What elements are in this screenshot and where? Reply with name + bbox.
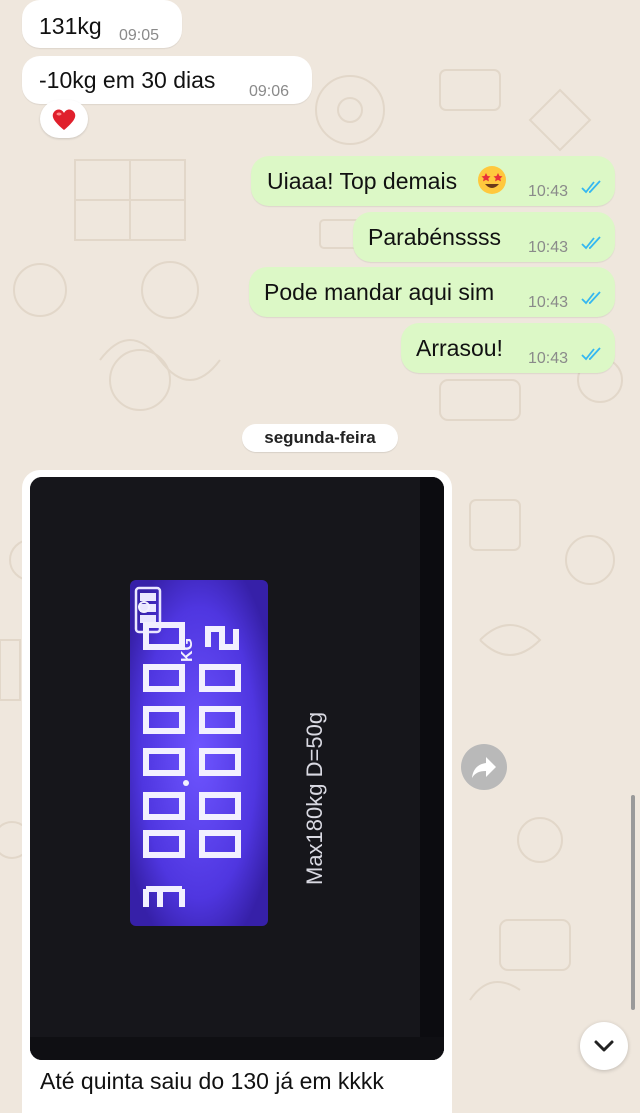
- message-text: -10kg em 30 dias: [39, 67, 216, 93]
- image-caption: Até quinta saiu do 130 já em kkkk: [40, 1068, 384, 1094]
- message-time: 10:43: [528, 239, 569, 256]
- message-bubble-incoming[interactable]: -10kg em 30 dias 09:06: [22, 56, 312, 104]
- heart-reaction[interactable]: [40, 100, 88, 138]
- heart-icon: [52, 109, 76, 130]
- scale-unit-label: KG: [179, 638, 196, 662]
- double-check-icon: [581, 236, 601, 250]
- message-text: 131kg: [39, 13, 102, 39]
- message-text: Parabénssss: [368, 224, 501, 250]
- message-bubble-outgoing[interactable]: Arrasou! 10:43: [401, 323, 615, 373]
- message-text: Arrasou!: [416, 335, 503, 361]
- chevron-down-icon: [594, 1040, 614, 1052]
- message-time: 10:43: [528, 294, 569, 311]
- forward-button[interactable]: [461, 744, 507, 790]
- message-time: 10:43: [528, 183, 569, 200]
- message-text: Pode mandar aqui sim: [264, 279, 495, 305]
- double-check-icon: [581, 347, 601, 361]
- scrollbar[interactable]: [631, 795, 635, 1010]
- message-text: Uiaaa! Top demais: [267, 168, 458, 194]
- scroll-to-bottom-button[interactable]: [580, 1022, 628, 1070]
- star-struck-emoji-icon: [478, 166, 506, 194]
- scale-capacity-label: Max180kg D=50g: [302, 712, 327, 885]
- scale-photo[interactable]: KG Max180kg D=50g: [30, 477, 444, 1060]
- message-bubble-outgoing[interactable]: Pode mandar aqui sim 10:43: [249, 267, 615, 317]
- double-check-icon: [581, 180, 601, 194]
- message-time: 09:06: [249, 83, 290, 100]
- message-bubble-outgoing[interactable]: Parabénssss 10:43: [353, 212, 615, 262]
- message-time: 10:43: [528, 350, 569, 367]
- message-bubble-incoming[interactable]: 131kg 09:05: [22, 0, 182, 48]
- message-time: 09:05: [119, 27, 160, 44]
- message-bubble-outgoing[interactable]: Uiaaa! Top demais 10:43: [251, 156, 615, 206]
- forward-arrow-icon: [472, 757, 496, 778]
- scale-photo-drawing: KG Max180kg D=50g: [30, 477, 444, 1060]
- double-check-icon: [581, 291, 601, 305]
- date-separator: segunda-feira: [242, 424, 398, 452]
